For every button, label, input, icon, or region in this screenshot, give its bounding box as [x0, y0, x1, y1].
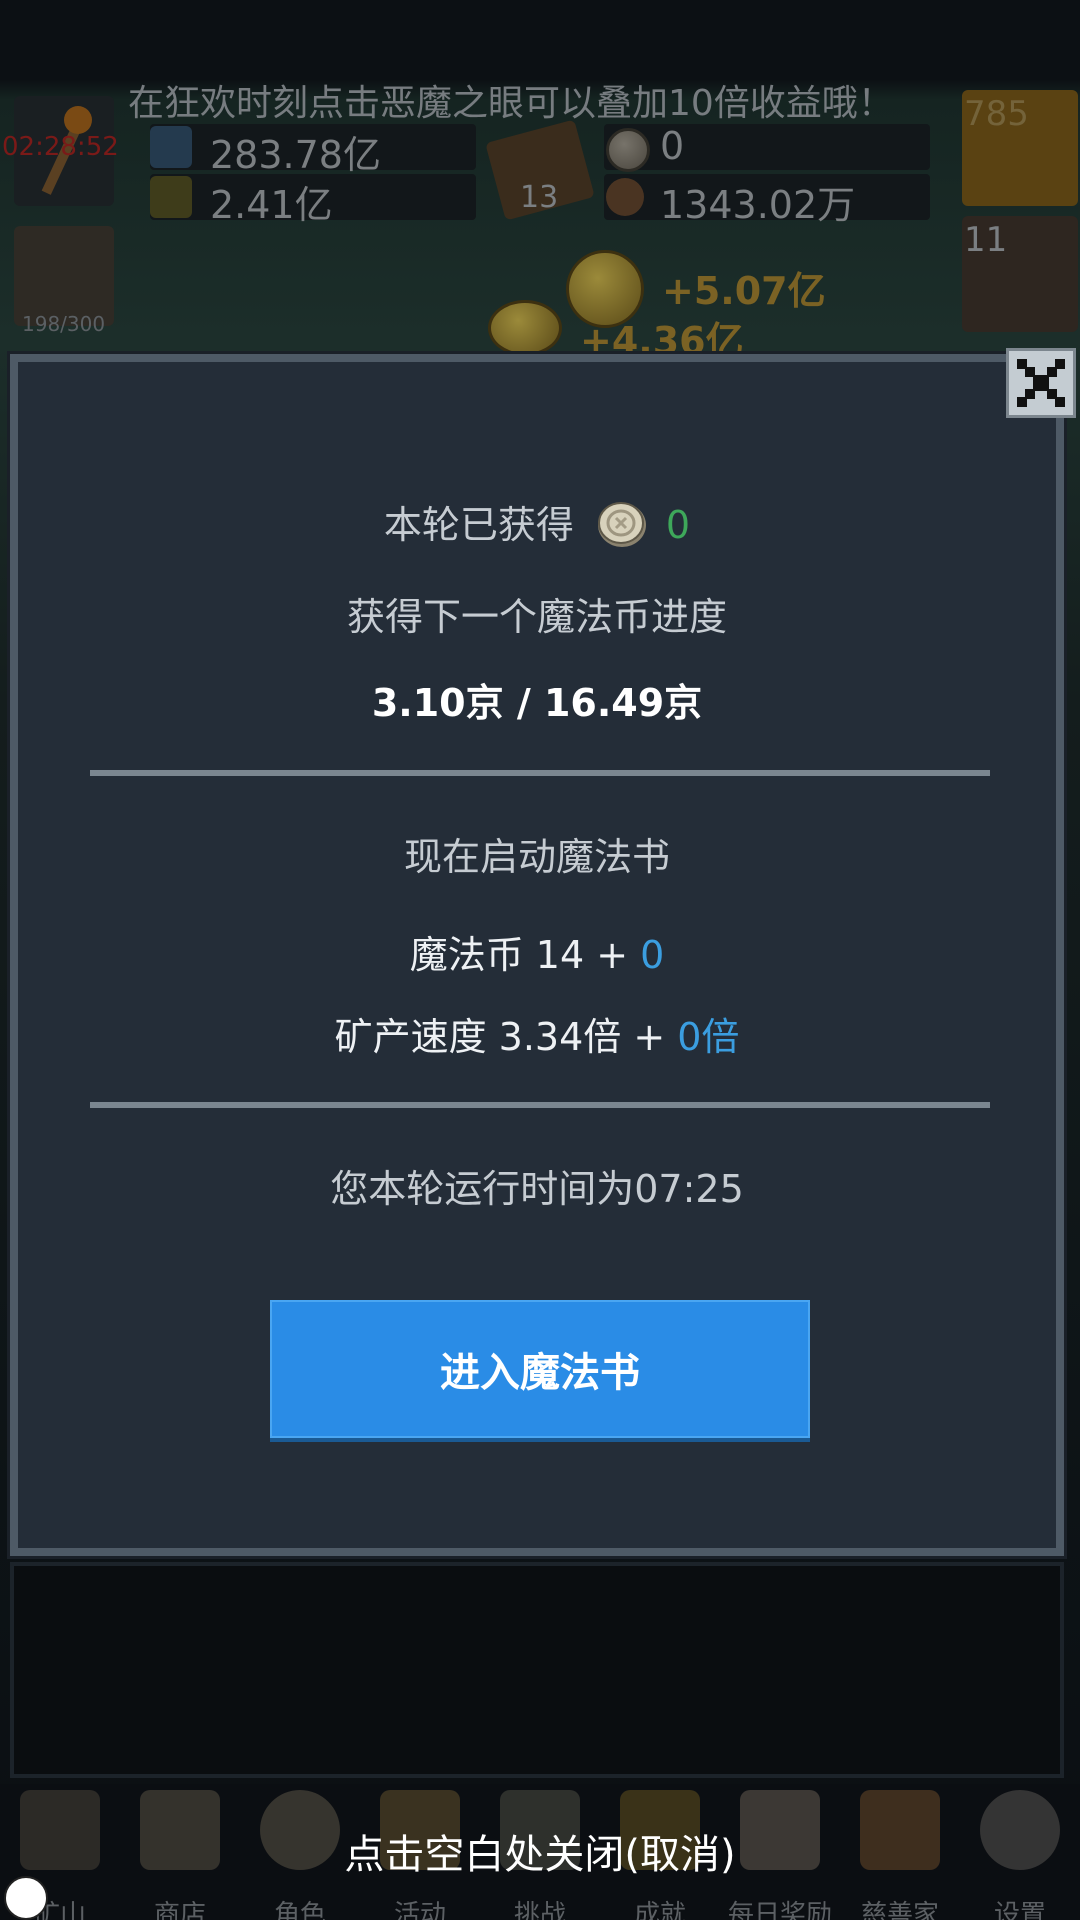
earned-label: 本轮已获得 [383, 503, 574, 547]
gear-icon [980, 1790, 1060, 1870]
blue-potion-icon [150, 126, 192, 168]
bottom-panel [10, 1562, 1064, 1778]
map-icon [500, 1790, 580, 1870]
nav-label: 活动 [393, 1900, 446, 1920]
enter-magic-book-label: 进入魔法书 [440, 1350, 640, 1396]
earned-value: 0 [665, 503, 691, 547]
earned-row: 本轮已获得 0 [10, 494, 1064, 554]
touch-indicator [4, 1876, 48, 1920]
speed-stat-row: 矿产速度 3.34倍 + 0倍 [10, 1006, 1064, 1061]
nav-label: 角色 [273, 1900, 326, 1920]
magic-coin-icon [606, 128, 650, 172]
speed-stat-label: 矿产速度 3.34倍 + [334, 1015, 678, 1059]
nav-item-philanthropist[interactable]: 慈善家 [840, 1784, 960, 1920]
progress-label: 获得下一个魔法币进度 [346, 595, 727, 639]
scroll-icon [380, 1790, 460, 1870]
activate-label: 现在启动魔法书 [403, 835, 670, 879]
nav-item-settings[interactable]: 设置 [960, 1784, 1080, 1920]
hint-banner: 在狂欢时刻点击恶魔之眼可以叠加10倍收益哦！ [128, 83, 894, 124]
yellow-potion-value: 2.41亿 [210, 183, 333, 227]
nav-label: 慈善家 [860, 1900, 939, 1920]
spellbook-count: 13 [520, 180, 559, 215]
close-button[interactable] [1006, 348, 1076, 418]
ore-value: 1343.02万 [660, 183, 856, 227]
coin-stat-row: 魔法币 14 + 0 [10, 924, 1064, 979]
blue-potion-value: 283.78亿 [210, 133, 381, 177]
nav-item-shop[interactable]: 商店 [120, 1784, 240, 1920]
nav-label: 每日奖励 [727, 1900, 832, 1920]
bottom-nav: 矿山 商店 角色 活动 挑战 成就 每日奖励 慈善家 设置 [0, 1784, 1080, 1920]
magic-coin-row [604, 124, 930, 170]
chest-count: 11 [964, 220, 1008, 260]
coin-stat-label: 魔法币 14 + [409, 933, 641, 977]
nav-label: 商店 [153, 1900, 206, 1920]
floating-gain-1: +5.07亿 [662, 269, 826, 313]
enter-magic-book-button[interactable]: 进入魔法书 [270, 1300, 810, 1438]
progress-value: 3.10京 / 16.49京 [371, 681, 703, 725]
divider [90, 770, 990, 776]
capacity-label: 198/300 [22, 312, 106, 336]
runtime-text: 您本轮运行时间为07:25 [330, 1167, 744, 1211]
nav-label: 成就 [633, 1900, 686, 1920]
nav-item-character[interactable]: 角色 [240, 1784, 360, 1920]
mine-cart-icon[interactable] [14, 226, 114, 326]
nav-item-daily-reward[interactable]: 每日奖励 [720, 1784, 840, 1920]
nav-label: 挑战 [513, 1900, 566, 1920]
shop-icon [140, 1790, 220, 1870]
yellow-potion-icon [150, 176, 192, 218]
lantern-icon [20, 1790, 100, 1870]
nav-item-challenge[interactable]: 挑战 [480, 1784, 600, 1920]
key-icon [620, 1790, 700, 1870]
nav-item-achievements[interactable]: 成就 [600, 1784, 720, 1920]
coin-stat-bonus: 0 [640, 933, 665, 977]
ore-icon [606, 178, 644, 216]
bread-icon [860, 1790, 940, 1870]
skull-icon [260, 1790, 340, 1870]
close-icon [1017, 359, 1065, 407]
magic-coin-icon [596, 498, 648, 550]
nav-label: 设置 [993, 1900, 1046, 1920]
event-timer: 02:28:52 [2, 132, 119, 162]
potion-count: 785 [964, 94, 1029, 134]
magic-coin-value: 0 [660, 124, 685, 168]
divider [90, 1102, 990, 1108]
speed-stat-bonus: 0倍 [677, 1015, 740, 1059]
nav-item-events[interactable]: 活动 [360, 1784, 480, 1920]
gold-coin-icon [488, 300, 562, 356]
letter-icon [740, 1790, 820, 1870]
